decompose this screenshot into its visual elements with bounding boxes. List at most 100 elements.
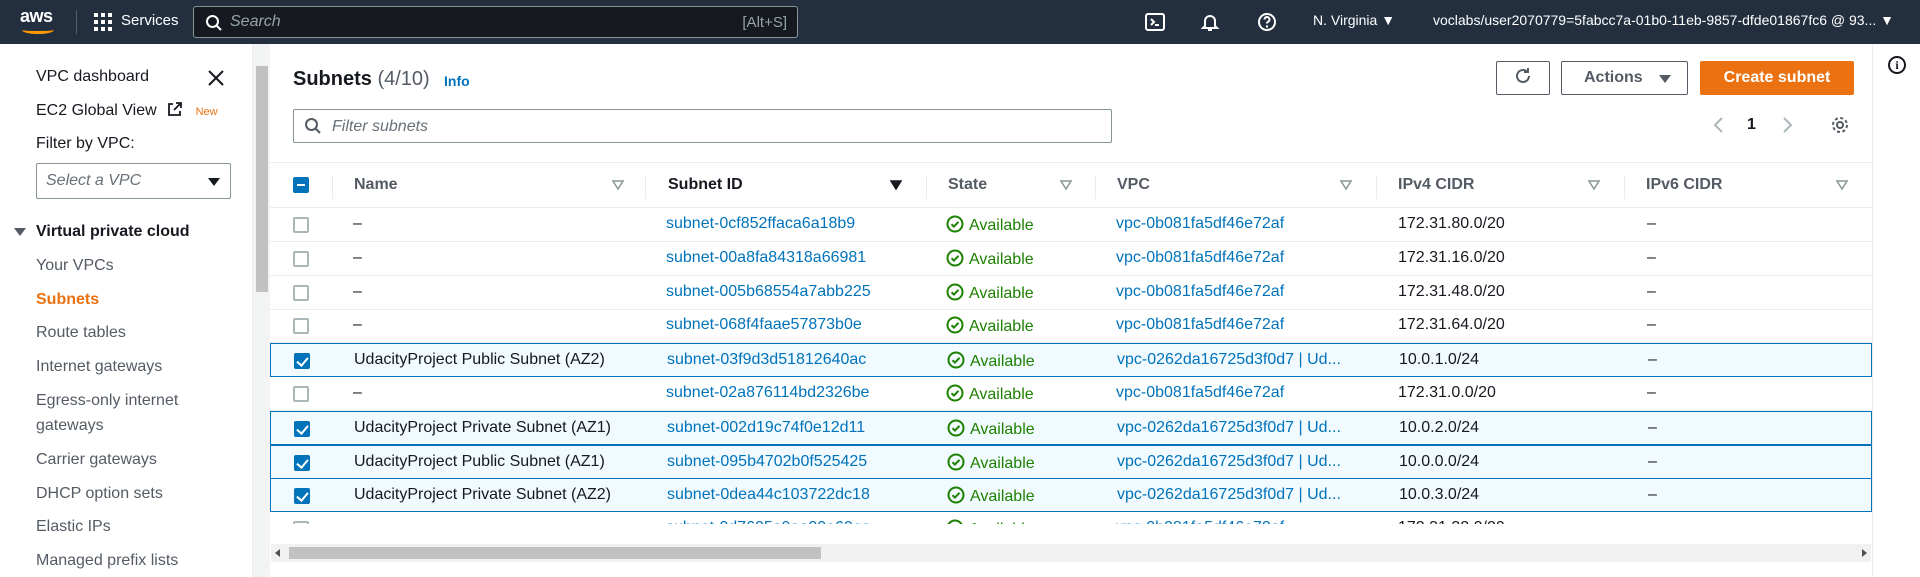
cell-vpc[interactable]: vpc-0262da16725d3f0d7 | Ud... (1117, 351, 1367, 369)
sidebar-item-ec2-global-view[interactable]: EC2 Global View New (36, 101, 218, 120)
row-checkbox[interactable] (293, 318, 309, 335)
info-link[interactable]: Info (444, 73, 470, 89)
cell-vpc[interactable]: vpc-0b081fa5df46e72af (1116, 316, 1366, 334)
row-checkbox[interactable] (294, 420, 310, 437)
row-checkbox[interactable] (293, 386, 309, 402)
row-checkbox[interactable] (293, 284, 309, 301)
current-page[interactable]: 1 (1747, 116, 1756, 134)
column-header-name[interactable]: Name (354, 176, 398, 194)
cell-subnet-id[interactable]: subnet-02a876114bd2326be (666, 384, 916, 402)
table-row[interactable]: – subnet-0cf852ffaca6a18b9 Available vpc-0b… (270, 208, 1872, 242)
column-header-vpc[interactable]: VPC (1117, 176, 1150, 194)
help-icon[interactable] (1256, 11, 1278, 33)
cell-subnet-id[interactable]: subnet-0dea44c103722dc18 (667, 486, 917, 504)
sidebar-item-egress-only-internet-gateways-line2[interactable]: gateways (36, 417, 104, 435)
check-circle-icon (947, 351, 965, 369)
refresh-button[interactable] (1496, 61, 1550, 95)
table-row[interactable]: – subnet-0d7605a9ea00e69ec Available vpc-0b… (270, 512, 1872, 524)
cell-subnet-id[interactable]: subnet-002d19c74f0e12d11 (667, 419, 917, 437)
cell-subnet-id[interactable]: subnet-068f4faae57873b0e (666, 316, 916, 334)
table-row[interactable]: – subnet-02a876114bd2326be Available vpc-0b… (270, 377, 1872, 411)
account-menu[interactable]: voclabs/user2070779=5fabcc7a-01b0-11eb-9… (1433, 12, 1894, 28)
column-header-ipv6-cidr[interactable]: IPv6 CIDR (1646, 176, 1722, 194)
sidebar-item-internet-gateways[interactable]: Internet gateways (36, 358, 162, 376)
table-row[interactable]: – subnet-00a8fa84318a66981 Available vpc-0b… (270, 242, 1872, 276)
scrollbar-thumb[interactable] (289, 547, 821, 559)
column-header-subnet-id[interactable]: Subnet ID (668, 176, 743, 194)
sort-icon[interactable] (1060, 179, 1072, 191)
sort-icon[interactable] (612, 179, 624, 191)
row-checkbox[interactable] (293, 217, 309, 233)
table-row[interactable]: UdacityProject Public Subnet (AZ2) subnet… (270, 343, 1872, 378)
table-row[interactable]: UdacityProject Public Subnet (AZ1) subnet… (270, 444, 1872, 479)
cell-vpc[interactable]: vpc-0b081fa5df46e72af (1116, 519, 1366, 524)
filter-subnets[interactable] (293, 109, 1112, 143)
table-row[interactable]: UdacityProject Private Subnet (AZ1) subne… (270, 410, 1872, 445)
cell-vpc[interactable]: vpc-0262da16725d3f0d7 | Ud... (1117, 419, 1367, 437)
sidebar-scrollbar[interactable] (252, 44, 270, 577)
cell-subnet-id[interactable]: subnet-005b68554a7abb225 (666, 283, 916, 301)
search-input[interactable] (230, 11, 680, 33)
cell-subnet-id[interactable]: subnet-03f9d3d51812640ac (667, 351, 917, 369)
next-page-icon[interactable] (1779, 115, 1795, 135)
sidebar-item-dhcp-option-sets[interactable]: DHCP option sets (36, 485, 163, 503)
notifications-bell-icon[interactable] (1199, 11, 1221, 33)
cell-vpc[interactable]: vpc-0b081fa5df46e72af (1116, 384, 1366, 402)
table-row[interactable]: – subnet-068f4faae57873b0e Available vpc-0b… (270, 309, 1872, 344)
table-row[interactable]: – subnet-005b68554a7abb225 Available vpc-0b… (270, 276, 1872, 310)
cell-state: Available (947, 486, 1035, 506)
column-header-ipv4-cidr[interactable]: IPv4 CIDR (1398, 176, 1474, 194)
horizontal-scrollbar[interactable] (271, 544, 1871, 562)
sidebar-item-carrier-gateways[interactable]: Carrier gateways (36, 451, 157, 469)
section-virtual-private-cloud[interactable]: Virtual private cloud (14, 223, 190, 241)
sidebar-item-vpc-dashboard[interactable]: VPC dashboard (36, 68, 149, 86)
column-header-state[interactable]: State (948, 176, 987, 194)
row-checkbox[interactable] (293, 250, 309, 267)
cell-vpc[interactable]: vpc-0262da16725d3f0d7 | Ud... (1117, 486, 1367, 504)
cell-state: Available (946, 519, 1034, 524)
row-checkbox[interactable] (294, 488, 310, 505)
sidebar-item-egress-only-internet-gateways[interactable]: Egress-only internet (36, 392, 178, 410)
aws-logo[interactable]: aws (20, 6, 56, 36)
sort-icon[interactable] (1836, 179, 1848, 191)
sort-descending-icon[interactable] (890, 179, 902, 191)
select-all-checkbox[interactable] (293, 177, 309, 193)
row-checkbox[interactable] (294, 454, 310, 471)
sidebar-item-subnets[interactable]: Subnets (36, 291, 99, 309)
cell-subnet-id[interactable]: subnet-0d7605a9ea00e69ec (666, 519, 916, 524)
create-subnet-button[interactable]: Create subnet (1700, 61, 1854, 95)
cell-subnet-id[interactable]: subnet-00a8fa84318a66981 (666, 249, 916, 267)
scrollbar-thumb[interactable] (256, 66, 268, 292)
cloudshell-icon[interactable] (1144, 11, 1166, 33)
cell-vpc[interactable]: vpc-0b081fa5df46e72af (1116, 283, 1366, 301)
filter-subnets-input[interactable] (332, 116, 932, 138)
sort-icon[interactable] (1588, 179, 1600, 191)
sort-icon[interactable] (1340, 179, 1352, 191)
info-icon[interactable]: i (1888, 56, 1906, 74)
scroll-right-icon[interactable] (1862, 549, 1867, 557)
vpc-filter-select[interactable]: Select a VPC (36, 163, 231, 199)
sidebar-item-elastic-ips[interactable]: Elastic IPs (36, 518, 111, 536)
services-grid-icon[interactable] (94, 13, 112, 31)
previous-page-icon[interactable] (1711, 115, 1727, 135)
sidebar-item-managed-prefix-lists[interactable]: Managed prefix lists (36, 552, 178, 570)
cell-subnet-id[interactable]: subnet-095b4702b0f525425 (667, 453, 917, 471)
cell-subnet-id[interactable]: subnet-0cf852ffaca6a18b9 (666, 215, 916, 233)
cell-vpc[interactable]: vpc-0262da16725d3f0d7 | Ud... (1117, 453, 1367, 471)
selection-count: (4/10) (377, 68, 430, 90)
cell-vpc[interactable]: vpc-0b081fa5df46e72af (1116, 215, 1366, 233)
scroll-left-icon[interactable] (275, 549, 280, 557)
region-selector[interactable]: N. Virginia ▼ (1313, 12, 1395, 28)
row-checkbox[interactable] (294, 353, 310, 370)
sidebar-item-your-vpcs[interactable]: Your VPCs (36, 257, 114, 275)
close-icon[interactable] (206, 68, 226, 88)
services-menu[interactable]: Services (121, 12, 179, 29)
sidebar-item-route-tables[interactable]: Route tables (36, 324, 126, 342)
global-search[interactable]: [Alt+S] (193, 6, 798, 38)
cell-vpc[interactable]: vpc-0b081fa5df46e72af (1116, 249, 1366, 267)
actions-button[interactable]: Actions (1561, 61, 1688, 95)
row-checkbox[interactable] (293, 521, 309, 524)
gear-icon[interactable] (1830, 115, 1850, 135)
help-panel-toggle[interactable]: i (1872, 44, 1920, 577)
table-row[interactable]: UdacityProject Private Subnet (AZ2) subne… (270, 478, 1872, 513)
